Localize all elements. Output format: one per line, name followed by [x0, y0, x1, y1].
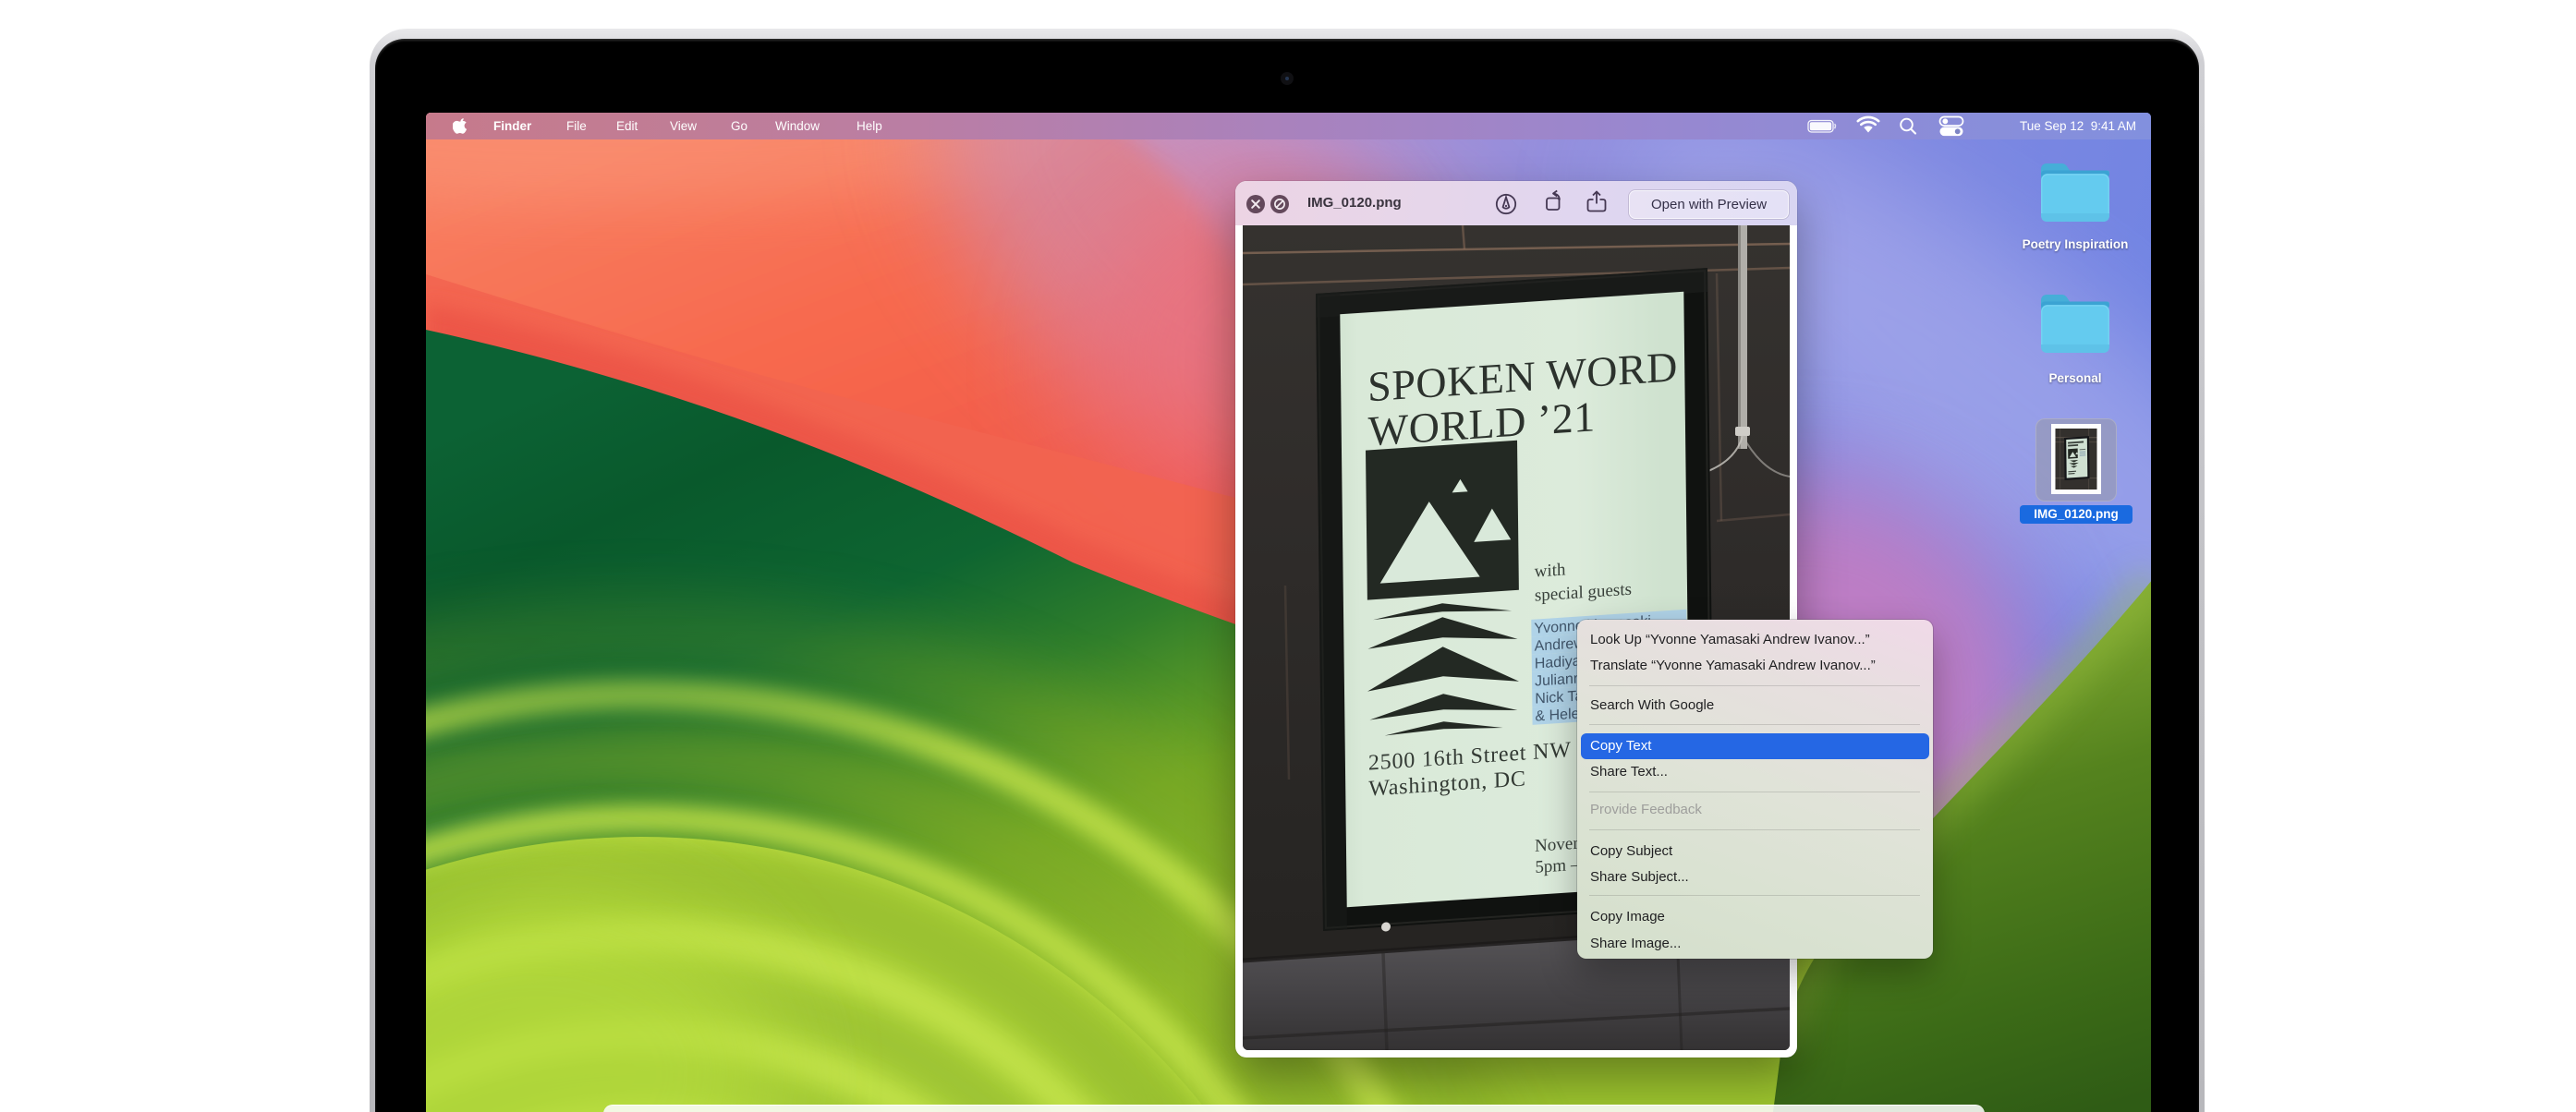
svg-text:with: with [1535, 560, 1567, 581]
